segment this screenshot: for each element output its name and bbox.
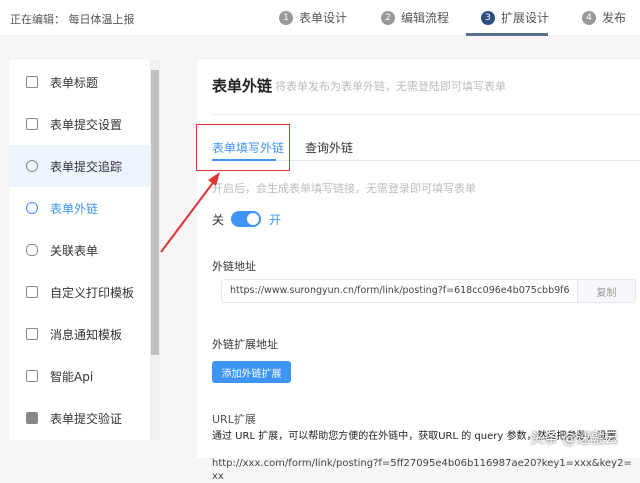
annotation-arrow <box>160 172 220 253</box>
watermark: 头条 @速融云 <box>530 431 619 447</box>
url-ext-example: http://xxx.com/form/link/posting?f=5ff27… <box>212 458 632 482</box>
